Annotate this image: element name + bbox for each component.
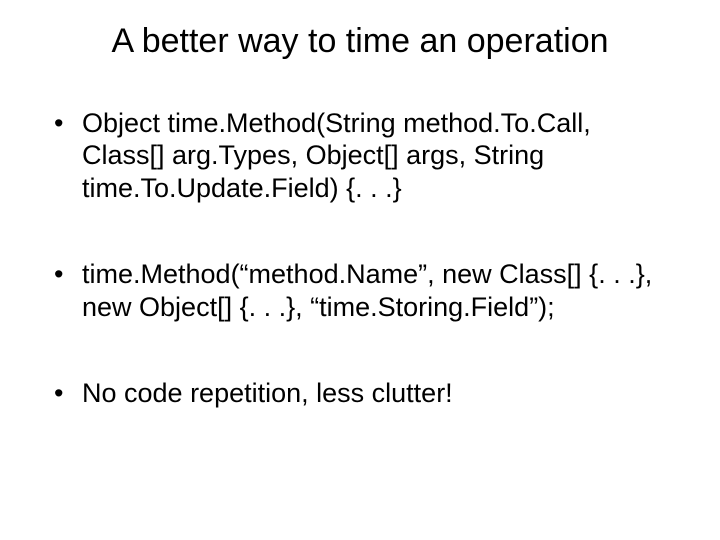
slide: A better way to time an operation Object… (0, 0, 720, 540)
list-item: No code repetition, less clutter! (48, 377, 672, 409)
bullet-list: Object time.Method(String method.To.Call… (48, 107, 672, 409)
list-item: Object time.Method(String method.To.Call… (48, 107, 672, 204)
list-item: time.Method(“method.Name”, new Class[] {… (48, 258, 672, 323)
slide-title: A better way to time an operation (48, 22, 672, 61)
